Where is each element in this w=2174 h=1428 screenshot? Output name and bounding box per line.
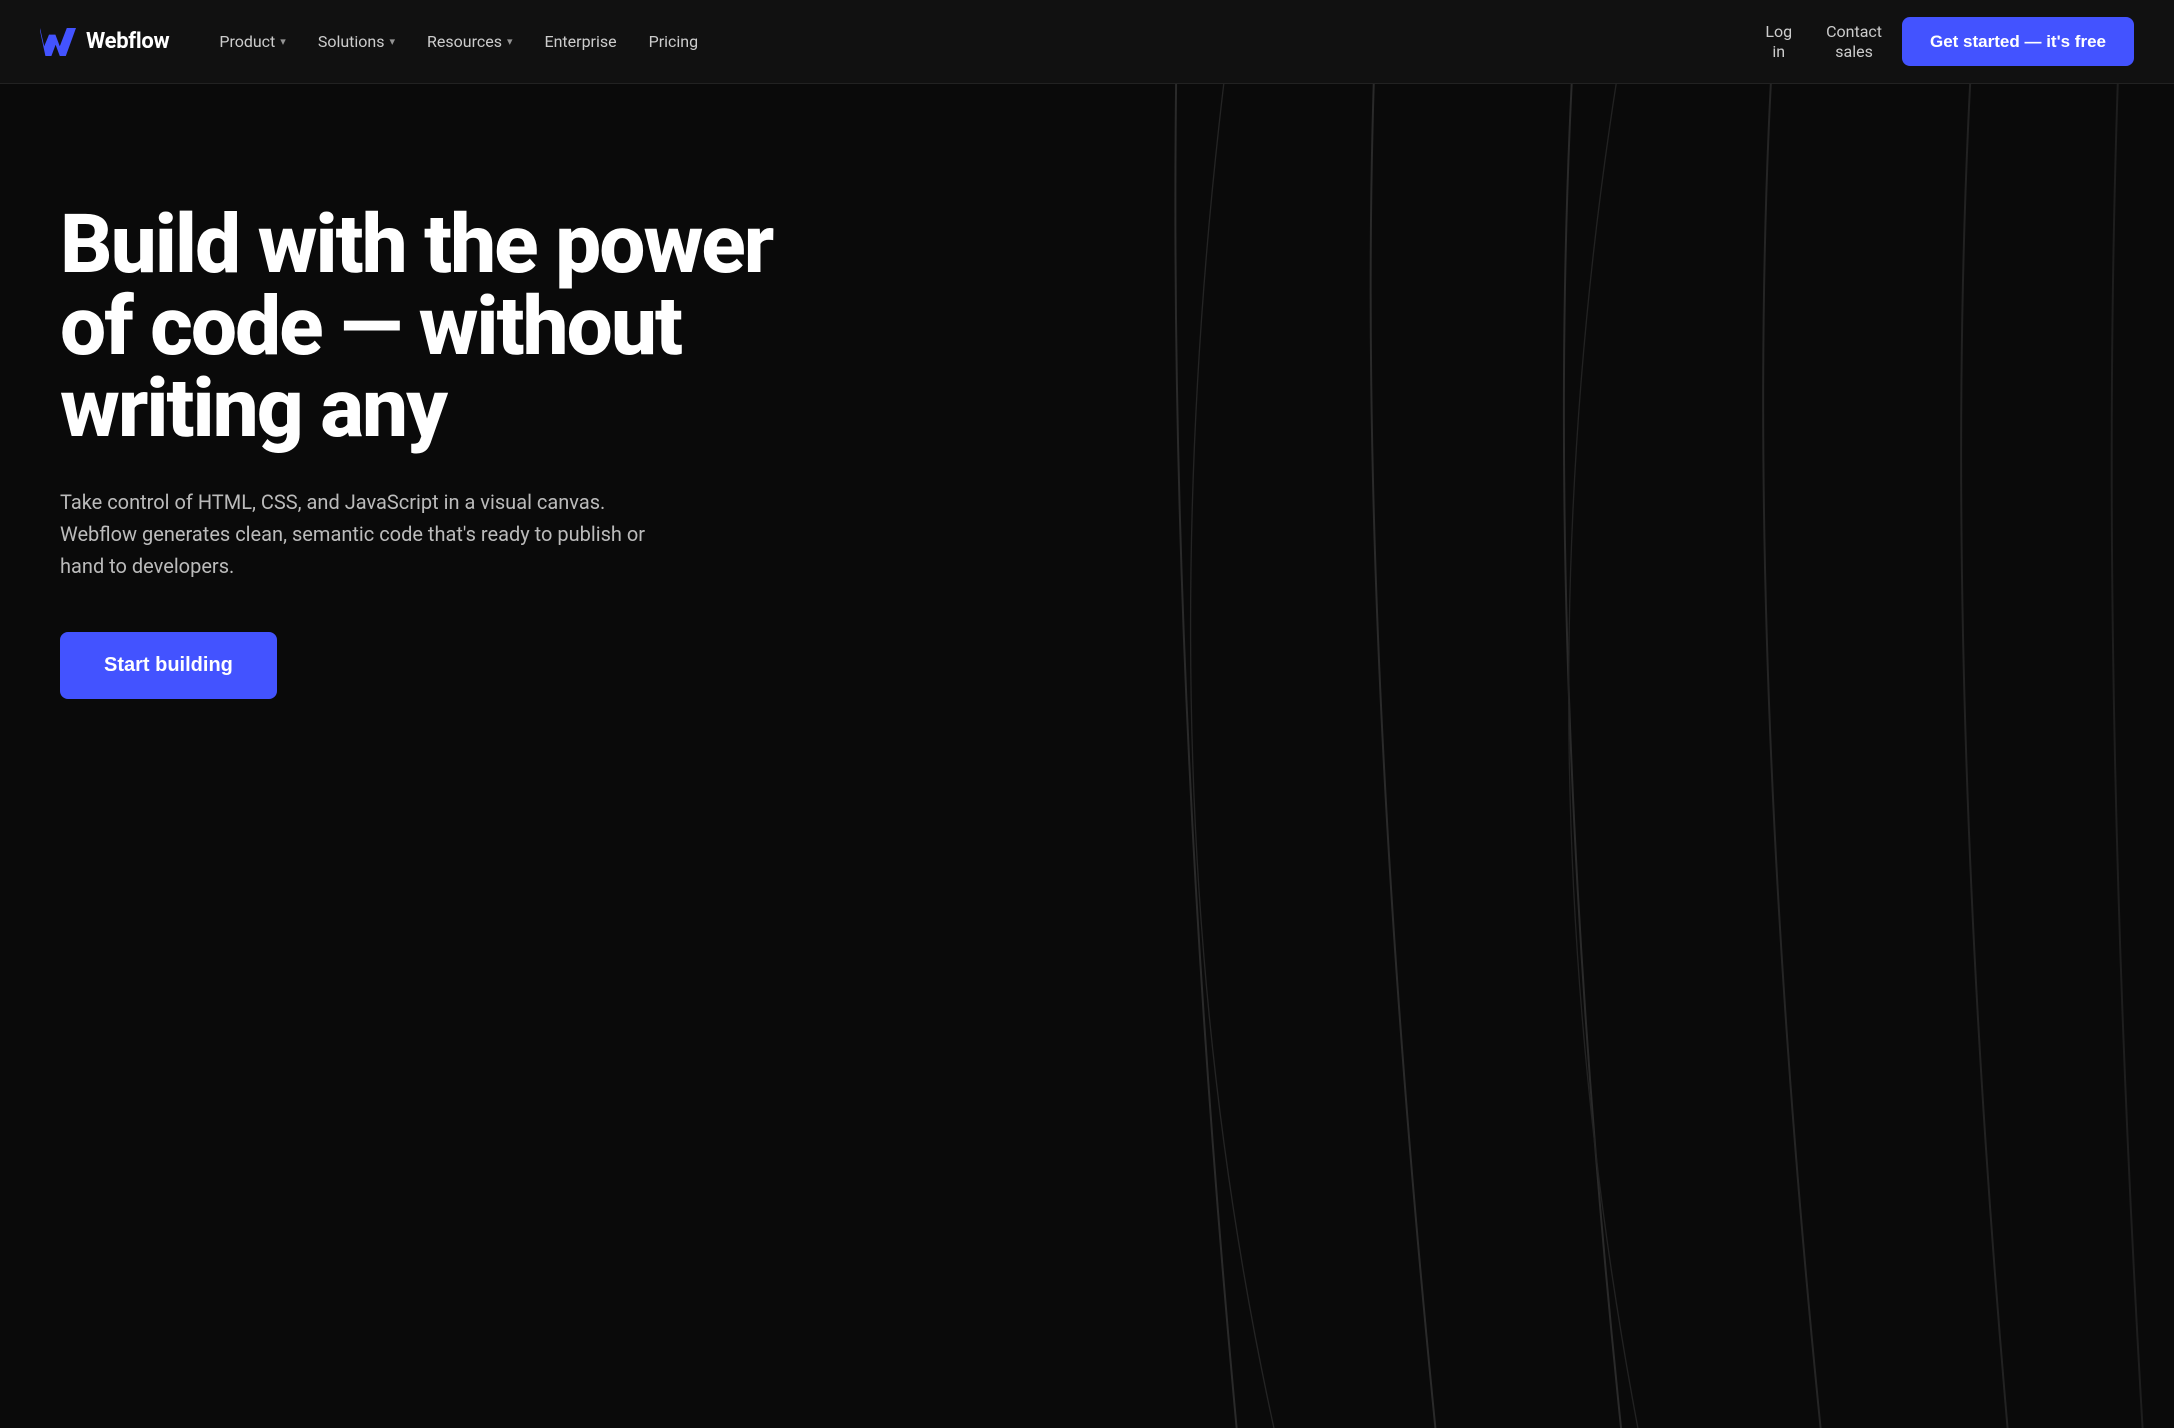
- logo[interactable]: Webflow: [40, 28, 169, 56]
- nav-left: Webflow Product ▾ Solutions ▾ Resources …: [40, 24, 712, 59]
- nav-item-product[interactable]: Product ▾: [205, 24, 299, 59]
- webflow-logo-icon: [40, 28, 76, 56]
- login-line2: in: [1772, 42, 1785, 61]
- nav-login-button[interactable]: Log in: [1751, 16, 1806, 66]
- nav-item-resources[interactable]: Resources ▾: [413, 24, 526, 59]
- login-line1: Log: [1765, 22, 1792, 41]
- nav-item-resources-label: Resources: [427, 32, 502, 51]
- nav-item-solutions[interactable]: Solutions ▾: [304, 24, 409, 59]
- nav-item-enterprise-label: Enterprise: [545, 32, 617, 51]
- chevron-down-icon: ▾: [507, 35, 513, 48]
- get-started-button[interactable]: Get started — it's free: [1902, 17, 2134, 66]
- background-lines: [978, 84, 2174, 1428]
- nav-item-product-label: Product: [219, 32, 275, 51]
- nav-right: Log in Contact sales Get started — it's …: [1751, 16, 2134, 66]
- contact-line1: Contact: [1826, 22, 1882, 41]
- nav-links: Product ▾ Solutions ▾ Resources ▾ Enterp…: [205, 24, 712, 59]
- chevron-down-icon: ▾: [280, 35, 286, 48]
- nav-item-enterprise[interactable]: Enterprise: [531, 24, 631, 59]
- nav-contact-sales-button[interactable]: Contact sales: [1812, 16, 1896, 66]
- contact-line2: sales: [1835, 42, 1873, 61]
- nav-item-pricing[interactable]: Pricing: [635, 24, 713, 59]
- nav-item-pricing-label: Pricing: [649, 32, 699, 51]
- main-nav: Webflow Product ▾ Solutions ▾ Resources …: [0, 0, 2174, 84]
- hero-content: Build with the power of code — without w…: [60, 204, 780, 699]
- logo-text: Webflow: [86, 29, 169, 54]
- hero-section: Build with the power of code — without w…: [0, 84, 2174, 1428]
- nav-item-solutions-label: Solutions: [318, 32, 385, 51]
- start-building-button[interactable]: Start building: [60, 632, 277, 699]
- hero-headline: Build with the power of code — without w…: [60, 204, 780, 450]
- hero-subtext: Take control of HTML, CSS, and JavaScrip…: [60, 486, 680, 582]
- chevron-down-icon: ▾: [390, 35, 396, 48]
